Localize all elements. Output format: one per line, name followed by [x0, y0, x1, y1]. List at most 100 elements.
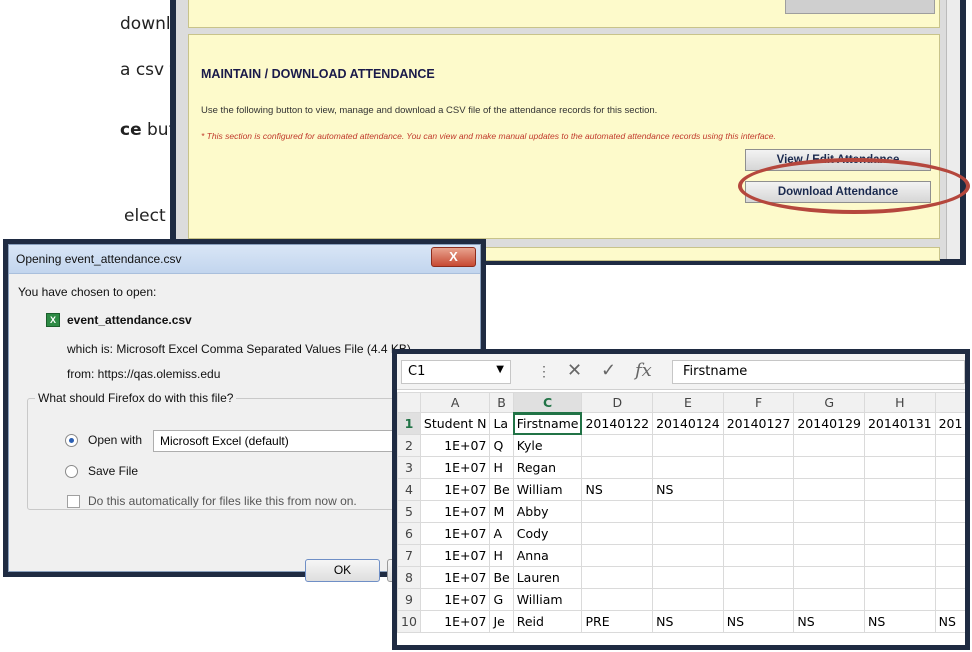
table-cell[interactable]: La [489, 412, 514, 435]
table-cell[interactable] [934, 588, 965, 611]
table-cell[interactable] [863, 478, 936, 501]
save-file-label[interactable]: Save File [88, 464, 138, 478]
table-cell[interactable] [722, 566, 795, 589]
table-cell[interactable] [863, 434, 936, 457]
table-cell[interactable] [793, 588, 865, 611]
table-cell[interactable] [652, 456, 724, 479]
table-cell[interactable] [863, 566, 936, 589]
table-cell[interactable]: NS [863, 610, 936, 633]
column-header[interactable] [934, 392, 965, 413]
table-cell[interactable]: G [489, 588, 514, 611]
column-header[interactable]: B [489, 392, 514, 413]
table-cell[interactable]: NS [793, 610, 865, 633]
open-with-radio[interactable] [65, 434, 78, 447]
table-cell[interactable] [652, 522, 724, 545]
table-cell[interactable] [793, 544, 865, 567]
table-cell[interactable] [652, 544, 724, 567]
table-cell[interactable]: Kyle [512, 434, 583, 457]
ok-button[interactable]: OK [305, 559, 380, 582]
table-cell[interactable] [863, 588, 936, 611]
table-cell[interactable] [722, 588, 795, 611]
table-cell[interactable]: Be [489, 478, 514, 501]
table-cell[interactable] [793, 434, 865, 457]
table-cell[interactable] [934, 500, 965, 523]
table-cell[interactable] [934, 544, 965, 567]
table-cell[interactable] [581, 544, 654, 567]
table-cell[interactable] [581, 456, 654, 479]
table-cell[interactable] [934, 456, 965, 479]
row-header[interactable]: 7 [397, 544, 421, 567]
table-cell[interactable]: 1E+07 [419, 610, 491, 633]
table-cell[interactable] [934, 434, 965, 457]
chevron-down-icon[interactable]: ▼ [496, 364, 504, 375]
table-cell[interactable]: Abby [512, 500, 583, 523]
row-header[interactable]: 2 [397, 434, 421, 457]
table-cell[interactable] [934, 566, 965, 589]
table-cell[interactable]: NS [934, 610, 965, 633]
table-cell[interactable] [934, 478, 965, 501]
table-cell[interactable]: M [489, 500, 514, 523]
table-cell[interactable]: William [512, 478, 583, 501]
scrollbar[interactable] [946, 0, 960, 259]
table-cell[interactable] [793, 566, 865, 589]
table-cell[interactable]: Lauren [512, 566, 583, 589]
save-file-radio[interactable] [65, 465, 78, 478]
name-box[interactable]: C1 ▼ [401, 360, 511, 384]
table-cell[interactable] [863, 522, 936, 545]
table-cell[interactable]: 1E+07 [419, 500, 491, 523]
table-cell[interactable]: H [489, 456, 514, 479]
table-cell[interactable]: Q [489, 434, 514, 457]
column-header[interactable]: H [863, 392, 936, 413]
select-all-corner[interactable] [397, 392, 421, 413]
row-header[interactable]: 8 [397, 566, 421, 589]
column-header[interactable]: A [419, 392, 491, 413]
column-header[interactable]: E [652, 392, 724, 413]
column-header[interactable]: G [793, 392, 865, 413]
table-cell[interactable]: NS [581, 478, 654, 501]
table-cell[interactable] [722, 544, 795, 567]
row-header[interactable]: 10 [397, 610, 421, 633]
table-cell[interactable]: H [489, 544, 514, 567]
row-header[interactable]: 3 [397, 456, 421, 479]
table-cell[interactable]: 1E+07 [419, 456, 491, 479]
table-cell[interactable] [722, 478, 795, 501]
table-cell[interactable]: A [489, 522, 514, 545]
table-cell[interactable] [581, 434, 654, 457]
auto-checkbox[interactable] [67, 495, 80, 508]
function-icon[interactable]: fx [635, 360, 652, 381]
cancel-icon[interactable]: ✕ [567, 360, 582, 381]
table-cell[interactable] [652, 500, 724, 523]
table-cell[interactable]: NS [652, 478, 724, 501]
table-cell[interactable] [863, 544, 936, 567]
table-cell[interactable]: 20140122 [581, 412, 654, 435]
table-cell[interactable] [652, 588, 724, 611]
table-cell[interactable]: Be [489, 566, 514, 589]
column-header[interactable]: C [512, 392, 583, 414]
row-header[interactable]: 6 [397, 522, 421, 545]
table-cell[interactable] [722, 434, 795, 457]
table-cell[interactable]: 1E+07 [419, 588, 491, 611]
table-cell[interactable] [652, 566, 724, 589]
table-cell[interactable] [581, 566, 654, 589]
table-cell[interactable]: Cody [512, 522, 583, 545]
table-cell[interactable] [722, 456, 795, 479]
table-cell[interactable]: Student N [419, 412, 491, 435]
table-cell[interactable] [722, 500, 795, 523]
table-cell[interactable]: NS [722, 610, 795, 633]
table-cell[interactable]: 201 [934, 412, 965, 435]
row-header[interactable]: 5 [397, 500, 421, 523]
table-cell[interactable]: Firstname [512, 412, 583, 435]
column-header[interactable]: D [581, 392, 654, 413]
row-header[interactable]: 9 [397, 588, 421, 611]
table-cell[interactable]: Je [489, 610, 514, 633]
column-header[interactable]: F [722, 392, 795, 413]
table-cell[interactable]: Anna [512, 544, 583, 567]
table-cell[interactable]: Regan [512, 456, 583, 479]
table-cell[interactable]: 1E+07 [419, 544, 491, 567]
table-cell[interactable]: 1E+07 [419, 478, 491, 501]
open-with-label[interactable]: Open with [88, 433, 142, 447]
table-cell[interactable]: 20140129 [793, 412, 865, 435]
table-cell[interactable] [793, 500, 865, 523]
enter-icon[interactable]: ✓ [601, 360, 616, 381]
table-cell[interactable]: Reid [512, 610, 583, 633]
